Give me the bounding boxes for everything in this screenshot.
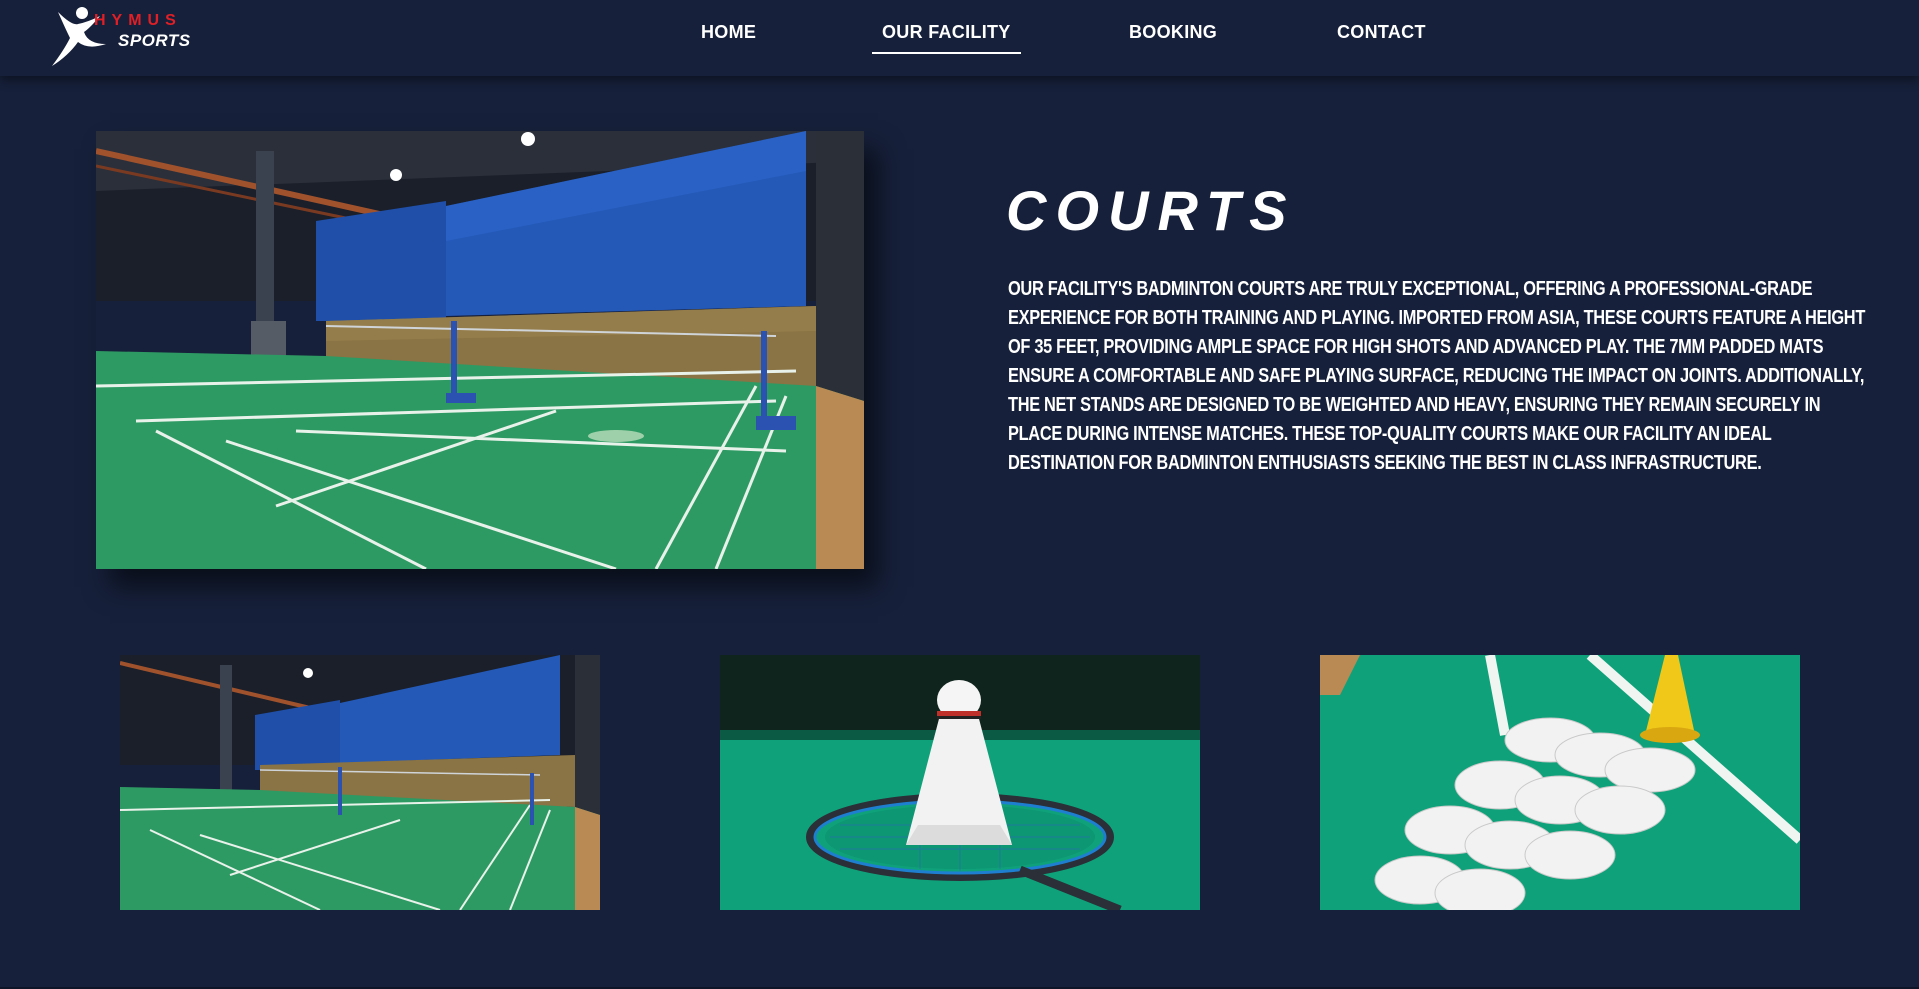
site-header: HYMUS SPORTS HOME OUR FACILITY BOOKING C… xyxy=(0,0,1919,76)
nav-home[interactable]: HOME xyxy=(701,22,756,43)
court-hero-image xyxy=(96,131,864,569)
gallery-image-shuttlecock-rows[interactable] xyxy=(1320,655,1800,910)
gallery-image-shuttlecock-racket[interactable] xyxy=(720,655,1200,910)
logo-wordmark-top: HYMUS xyxy=(94,12,182,29)
gallery-image-court[interactable] xyxy=(120,655,600,910)
section-description: OUR FACILITY'S BADMINTON COURTS ARE TRUL… xyxy=(1008,278,1866,474)
logo-wordmark-bottom: SPORTS xyxy=(118,31,191,50)
nav-our-facility[interactable]: OUR FACILITY xyxy=(872,22,1021,54)
section-title: COURTS xyxy=(1006,179,1296,242)
brand-logo[interactable]: HYMUS SPORTS xyxy=(48,4,228,70)
nav-booking[interactable]: BOOKING xyxy=(1129,22,1217,43)
nav-contact[interactable]: CONTACT xyxy=(1337,22,1426,43)
